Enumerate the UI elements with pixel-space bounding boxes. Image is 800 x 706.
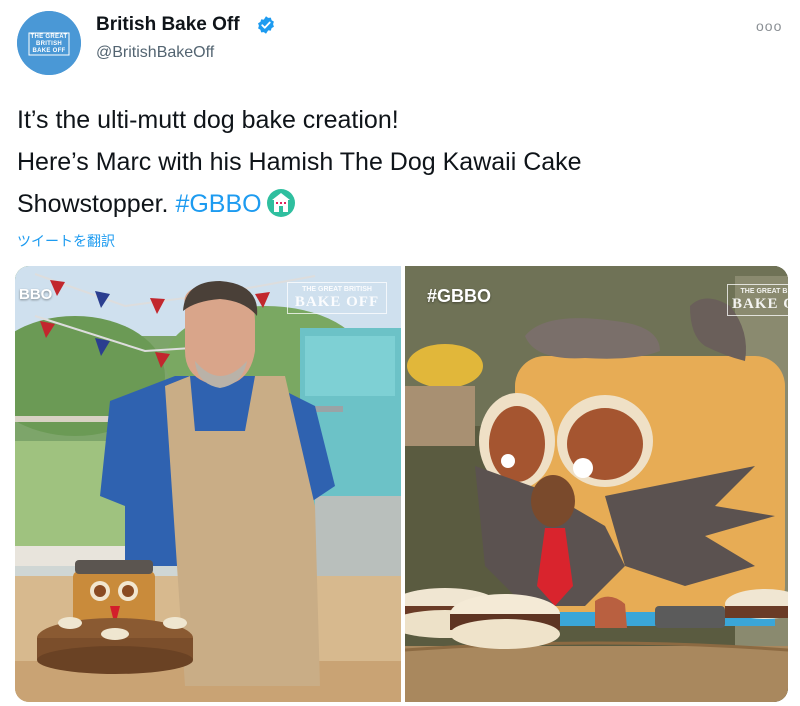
right-logo-bottom: BAKE O xyxy=(732,296,788,312)
verified-badge-icon xyxy=(258,16,274,34)
left-logo-bottom: BAKE OFF xyxy=(294,294,380,310)
right-photo-hashtag-text: #GBBO xyxy=(427,286,492,306)
left-photo-watermark-text: BBO xyxy=(19,286,53,303)
avatar-logo-text: THE GREAT BRITISH BAKE OFF xyxy=(30,34,68,54)
photo-dog-cake-closeup[interactable]: #GBBO THE GREAT B BAKE O xyxy=(405,266,788,702)
dog-cake-photo-illustration xyxy=(405,266,788,702)
left-logo-top: THE GREAT BRITISH xyxy=(302,286,372,293)
display-name[interactable]: British Bake Off xyxy=(96,14,240,36)
left-photo-logo: THE GREAT BRITISH BAKE OFF xyxy=(287,282,387,314)
tweet-line-1: It’s the ulti-mutt dog bake creation! xyxy=(17,106,399,134)
baker-photo-illustration xyxy=(15,266,401,702)
more-options-icon[interactable]: ooo xyxy=(756,18,782,34)
avatar[interactable]: THE GREAT BRITISH BAKE OFF xyxy=(17,11,81,75)
photo-baker-with-cake[interactable]: BBO THE GREAT BRITISH BAKE OFF xyxy=(15,266,401,702)
right-photo-logo: THE GREAT B BAKE O xyxy=(727,284,788,316)
right-logo-top: THE GREAT B xyxy=(740,288,788,295)
tweet-line-3: Showstopper. #GBBO xyxy=(17,183,787,225)
media-grid: BBO THE GREAT BRITISH BAKE OFF #GBBO THE… xyxy=(15,266,788,702)
hashtag-link[interactable]: #GBBO xyxy=(175,190,261,218)
tweet-line-2: Here’s Marc with his Hamish The Dog Kawa… xyxy=(17,148,582,176)
translate-tweet-link[interactable]: ツイートを翻訳 xyxy=(17,231,115,251)
tweet-line-3-text: Showstopper. xyxy=(17,190,176,218)
gbbo-castle-emoji-icon xyxy=(266,189,295,217)
account-handle[interactable]: @BritishBakeOff xyxy=(96,44,214,62)
tweet-text: It’s the ulti-mutt dog bake creation! He… xyxy=(17,99,787,225)
